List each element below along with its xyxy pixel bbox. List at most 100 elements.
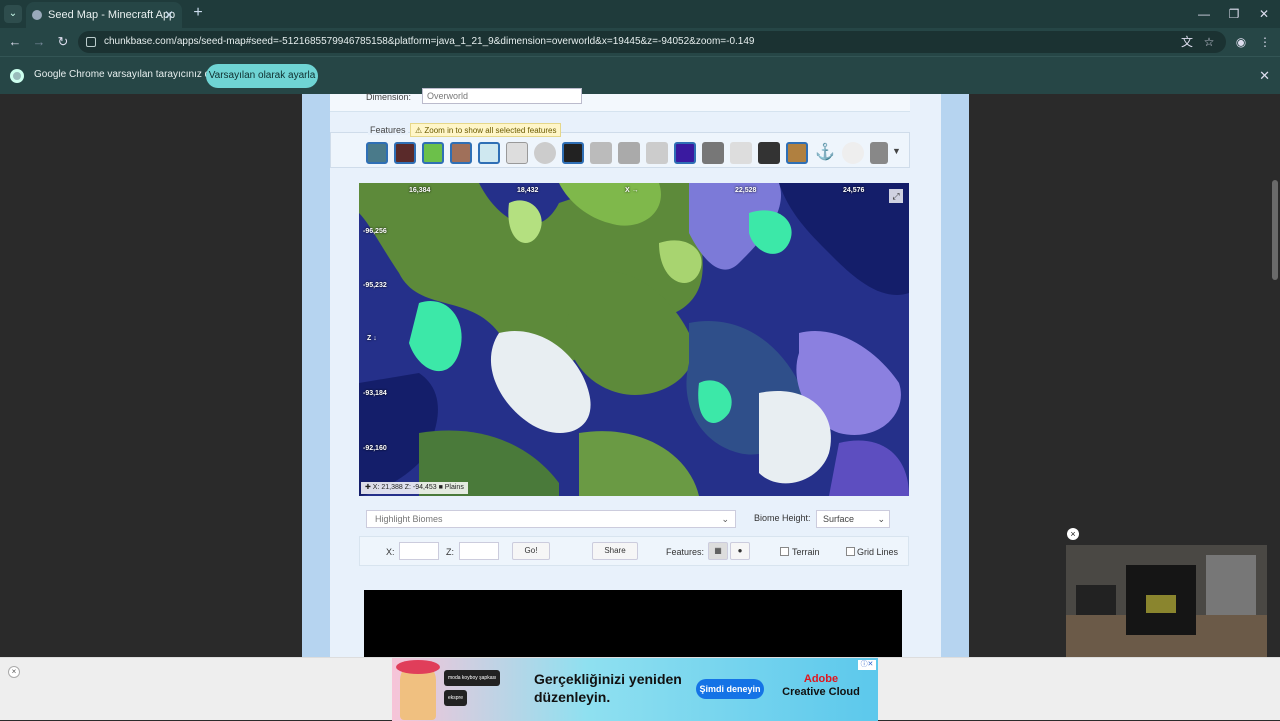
ad-cta-button[interactable]: Şimdi deneyin	[696, 679, 764, 699]
ad-brand-name: Adobe	[803, 673, 839, 685]
x-label: X:	[386, 547, 395, 557]
map-z-label: -95,232	[363, 282, 387, 289]
z-coordinate-input[interactable]	[459, 542, 499, 560]
grid-lines-checkbox[interactable]	[846, 547, 855, 556]
anchor-icon[interactable]: ⚓	[814, 142, 836, 164]
webcam-close-icon[interactable]: ×	[1067, 528, 1079, 540]
address-bar[interactable]: chunkbase.com/apps/seed-map#seed=-512168…	[78, 31, 1226, 53]
highlight-biomes-text: Highlight Biomes	[375, 514, 443, 524]
features-toggle-label: Features:	[666, 547, 705, 557]
feature-fossil-icon[interactable]	[730, 142, 752, 164]
features-dropdown-chevron-icon[interactable]: ▼	[892, 146, 901, 156]
restore-button[interactable]: ❐	[1218, 0, 1250, 28]
bookmark-star-icon[interactable]: ☆	[1200, 33, 1218, 51]
features-label: Features	[368, 125, 408, 135]
feature-dots-toggle-icon[interactable]: ●	[730, 542, 750, 560]
browser-toolbar: ← → ↻ chunkbase.com/apps/seed-map#seed=-…	[0, 28, 1280, 56]
goto-controls: X: Z: Go! Share Features: ▦ ● Terrain Gr…	[359, 536, 909, 566]
fullscreen-expand-icon[interactable]: ⤢	[889, 189, 903, 203]
infobar-message: Google Chrome varsayılan tarayıcınız değ…	[34, 69, 226, 80]
webcam-image	[1066, 545, 1267, 657]
share-button[interactable]: Share	[592, 542, 638, 560]
map-x-label: 24,576	[843, 187, 865, 194]
feature-treasure-icon[interactable]	[786, 142, 808, 164]
back-arrow-icon[interactable]: ←	[6, 33, 24, 51]
map-x-axis-label: X →	[625, 187, 639, 194]
go-button[interactable]: Go!	[512, 542, 550, 560]
feature-spawn-icon[interactable]	[842, 142, 864, 164]
feature-stronghold-icon[interactable]	[534, 142, 556, 164]
z-label: Z:	[446, 547, 454, 557]
highlight-biomes-select[interactable]: Highlight Biomes ⌄	[366, 510, 736, 528]
set-default-button[interactable]: Varsayılan olarak ayarla	[206, 64, 318, 88]
feature-village-icon[interactable]	[450, 142, 472, 164]
feature-pillager-outpost-icon[interactable]	[758, 142, 780, 164]
feature-more-icon[interactable]	[870, 142, 888, 164]
share-label: Share	[604, 546, 626, 555]
app-panel: Dimension: Overworld Features ⚠ Zoom in …	[302, 88, 969, 720]
dimension-select[interactable]: Overworld	[422, 88, 582, 104]
chrome-logo-icon	[10, 69, 24, 83]
seed-map-canvas[interactable]: 16,384 18,432 X → 22,528 24,576 -96,256 …	[359, 183, 909, 496]
ad-headline: Gerçekliğinizi yeniden düzenleyin.	[534, 671, 682, 705]
minimize-button[interactable]: —	[1188, 0, 1220, 28]
chevron-down-icon: ⌄	[721, 514, 729, 524]
ad-prompt-chip: ekspre	[444, 690, 468, 706]
grid-lines-label: Grid Lines	[857, 547, 899, 557]
url-text: chunkbase.com/apps/seed-map#seed=-512168…	[104, 36, 755, 47]
tab-close-icon[interactable]: ✕	[164, 2, 174, 28]
profile-icon[interactable]: ◉	[1232, 33, 1250, 51]
ad-brand-product: Creative Cloud	[782, 686, 860, 698]
dimension-row: Dimension: Overworld	[330, 88, 910, 112]
tab-search-button[interactable]: ⌄	[4, 5, 22, 23]
ad-banner-bar: × moda koyboy şapkası ekspre Gerçekliğin…	[0, 657, 1280, 721]
map-z-axis-label: Z ↓	[367, 335, 377, 342]
menu-kebab-icon[interactable]: ⋮	[1256, 33, 1274, 51]
feature-dungeon-icon[interactable]	[702, 142, 724, 164]
go-label: Go!	[524, 546, 538, 555]
map-z-label: -93,184	[363, 390, 387, 397]
map-x-label: 16,384	[409, 187, 431, 194]
feature-ruined-portal-icon[interactable]	[618, 142, 640, 164]
ad-close-icon[interactable]: ×	[8, 666, 20, 678]
chevron-down-icon: ⌄	[877, 514, 885, 524]
pattern-border-right	[941, 94, 969, 720]
site-info-icon[interactable]	[86, 37, 96, 47]
feature-ocean-monument-icon[interactable]	[366, 142, 388, 164]
x-coordinate-input[interactable]	[399, 542, 439, 560]
terrain-checkbox[interactable]	[780, 547, 789, 556]
window-close-button[interactable]: ✕	[1248, 0, 1280, 28]
feature-slime-chunk-icon[interactable]	[422, 142, 444, 164]
map-x-label: 22,528	[735, 187, 757, 194]
biome-height-select[interactable]: Surface ⌄	[816, 510, 890, 528]
tab-seed-map[interactable]: Seed Map - Minecraft App ✕	[26, 2, 182, 28]
forward-arrow-icon[interactable]: →	[30, 33, 48, 51]
zoom-warning: ⚠ Zoom in to show all selected features	[410, 123, 562, 137]
reload-icon[interactable]: ↻	[54, 33, 72, 51]
feature-shipwreck-icon[interactable]	[590, 142, 612, 164]
translate-icon[interactable]: 文	[1178, 33, 1196, 51]
feature-igloo-icon[interactable]	[478, 142, 500, 164]
pattern-border-left	[302, 94, 330, 720]
webcam-overlay	[1066, 545, 1267, 657]
feature-nether-portal-icon[interactable]	[394, 142, 416, 164]
new-tab-button[interactable]: +	[188, 4, 208, 24]
infobar-close-icon[interactable]: ✕	[1259, 68, 1270, 84]
feature-woodland-mansion-icon[interactable]	[562, 142, 584, 164]
map-cursor-status: ✚ X: 21,388 Z: -94,453 ■ Plains	[361, 482, 468, 494]
site-favicon-icon	[32, 10, 42, 20]
feature-mineshaft-icon[interactable]	[646, 142, 668, 164]
feature-end-gateway-icon[interactable]	[674, 142, 696, 164]
scrollbar-thumb[interactable]	[1272, 180, 1278, 280]
map-z-label: -92,160	[363, 445, 387, 452]
feature-icons-toggle-icon[interactable]: ▦	[708, 542, 728, 560]
ad-info-icon[interactable]: ⓘ✕	[858, 660, 876, 670]
biome-height-label: Biome Height:	[754, 513, 811, 523]
ad-cowboy-hat-image	[396, 660, 440, 674]
ad-brand: Adobe Creative Cloud	[776, 673, 866, 699]
page-scrollbar[interactable]	[1270, 94, 1280, 657]
feature-trail-ruins-icon[interactable]	[506, 142, 528, 164]
default-browser-infobar: Google Chrome varsayılan tarayıcınız değ…	[0, 56, 1280, 94]
adobe-ad[interactable]: moda koyboy şapkası ekspre Gerçekliğiniz…	[392, 658, 878, 721]
biome-controls: Highlight Biomes ⌄ Biome Height: Surface…	[359, 508, 909, 530]
